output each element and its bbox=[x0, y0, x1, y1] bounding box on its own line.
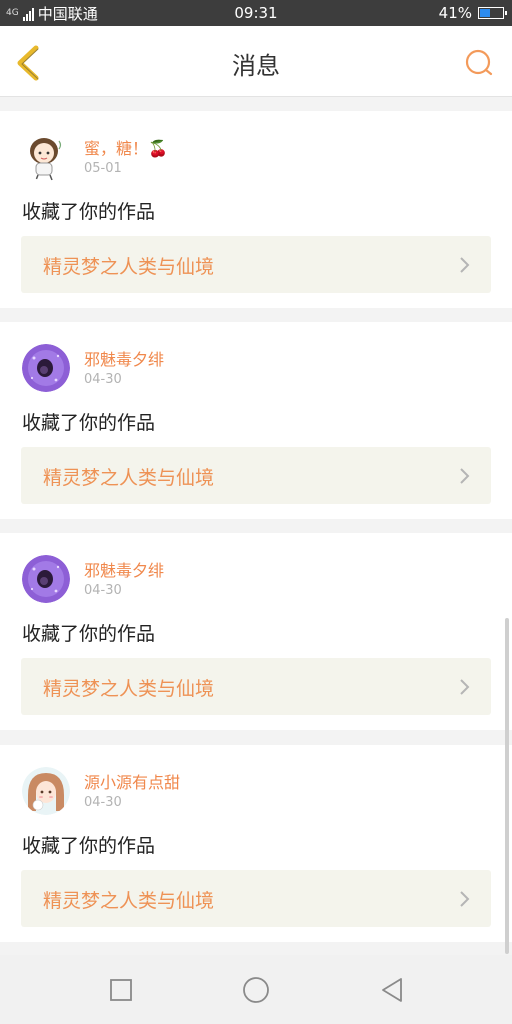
recent-apps-button[interactable] bbox=[106, 975, 136, 1005]
scrollbar[interactable] bbox=[505, 618, 509, 954]
work-link[interactable]: 精灵梦之人类与仙境 bbox=[21, 870, 491, 927]
notification-date: 04-30 bbox=[84, 583, 122, 598]
battery-percent: 41% bbox=[438, 4, 472, 22]
work-link[interactable]: 精灵梦之人类与仙境 bbox=[21, 447, 491, 504]
purple-avatar-icon bbox=[22, 555, 70, 603]
work-title: 精灵梦之人类与仙境 bbox=[43, 256, 215, 278]
avatar[interactable] bbox=[22, 767, 70, 815]
chevron-right-icon bbox=[460, 257, 470, 273]
home-button[interactable] bbox=[241, 975, 271, 1005]
notification-list[interactable]: 蜜，糖！🍒 05-01 收藏了你的作品 精灵梦之人类与仙境 邪魅毒夕绯 04-3… bbox=[0, 97, 512, 945]
work-title: 精灵梦之人类与仙境 bbox=[43, 467, 215, 489]
chevron-right-icon bbox=[460, 679, 470, 695]
search-button[interactable] bbox=[464, 48, 494, 78]
square-icon bbox=[110, 979, 132, 1001]
clock: 09:31 bbox=[234, 4, 278, 22]
system-back-button[interactable] bbox=[378, 975, 408, 1005]
notification-date: 04-30 bbox=[84, 795, 122, 810]
avatar[interactable] bbox=[22, 344, 70, 392]
status-right: 41% bbox=[438, 4, 507, 22]
status-bar: 4G 中国联通 09:31 41% bbox=[0, 0, 512, 26]
chevron-right-icon bbox=[460, 891, 470, 907]
battery-icon bbox=[478, 7, 507, 19]
work-link[interactable]: 精灵梦之人类与仙境 bbox=[21, 658, 491, 715]
app-header: 消息 bbox=[0, 26, 512, 97]
system-nav-bar bbox=[0, 955, 512, 1024]
username[interactable]: 源小源有点甜 bbox=[84, 769, 180, 793]
work-title: 精灵梦之人类与仙境 bbox=[43, 890, 215, 912]
notification-card[interactable]: 源小源有点甜 04-30 收藏了你的作品 精灵梦之人类与仙境 bbox=[0, 745, 512, 942]
triangle-back-icon bbox=[382, 978, 402, 1002]
notification-date: 04-30 bbox=[84, 372, 122, 387]
avatar[interactable] bbox=[22, 133, 70, 181]
cartoon-girl-avatar-icon bbox=[22, 133, 70, 181]
purple-avatar-icon bbox=[22, 344, 70, 392]
circle-icon bbox=[243, 977, 269, 1003]
work-title: 精灵梦之人类与仙境 bbox=[43, 678, 215, 700]
avatar[interactable] bbox=[22, 555, 70, 603]
work-link[interactable]: 精灵梦之人类与仙境 bbox=[21, 236, 491, 293]
notification-date: 05-01 bbox=[84, 161, 122, 176]
anime-girl-avatar-icon bbox=[22, 767, 70, 815]
chevron-right-icon bbox=[460, 468, 470, 484]
notification-action: 收藏了你的作品 bbox=[22, 835, 156, 857]
notification-card[interactable]: 蜜，糖！🍒 05-01 收藏了你的作品 精灵梦之人类与仙境 bbox=[0, 111, 512, 308]
notification-card[interactable]: 邪魅毒夕绯 04-30 收藏了你的作品 精灵梦之人类与仙境 bbox=[0, 322, 512, 519]
username[interactable]: 邪魅毒夕绯 bbox=[84, 557, 164, 581]
notification-action: 收藏了你的作品 bbox=[22, 412, 156, 434]
page-title: 消息 bbox=[232, 52, 280, 80]
notification-action: 收藏了你的作品 bbox=[22, 201, 156, 223]
notification-action: 收藏了你的作品 bbox=[22, 623, 156, 645]
username[interactable]: 蜜，糖！🍒 bbox=[84, 135, 168, 159]
search-icon bbox=[465, 49, 493, 76]
username[interactable]: 邪魅毒夕绯 bbox=[84, 346, 164, 370]
notification-card[interactable]: 邪魅毒夕绯 04-30 收藏了你的作品 精灵梦之人类与仙境 bbox=[0, 533, 512, 730]
